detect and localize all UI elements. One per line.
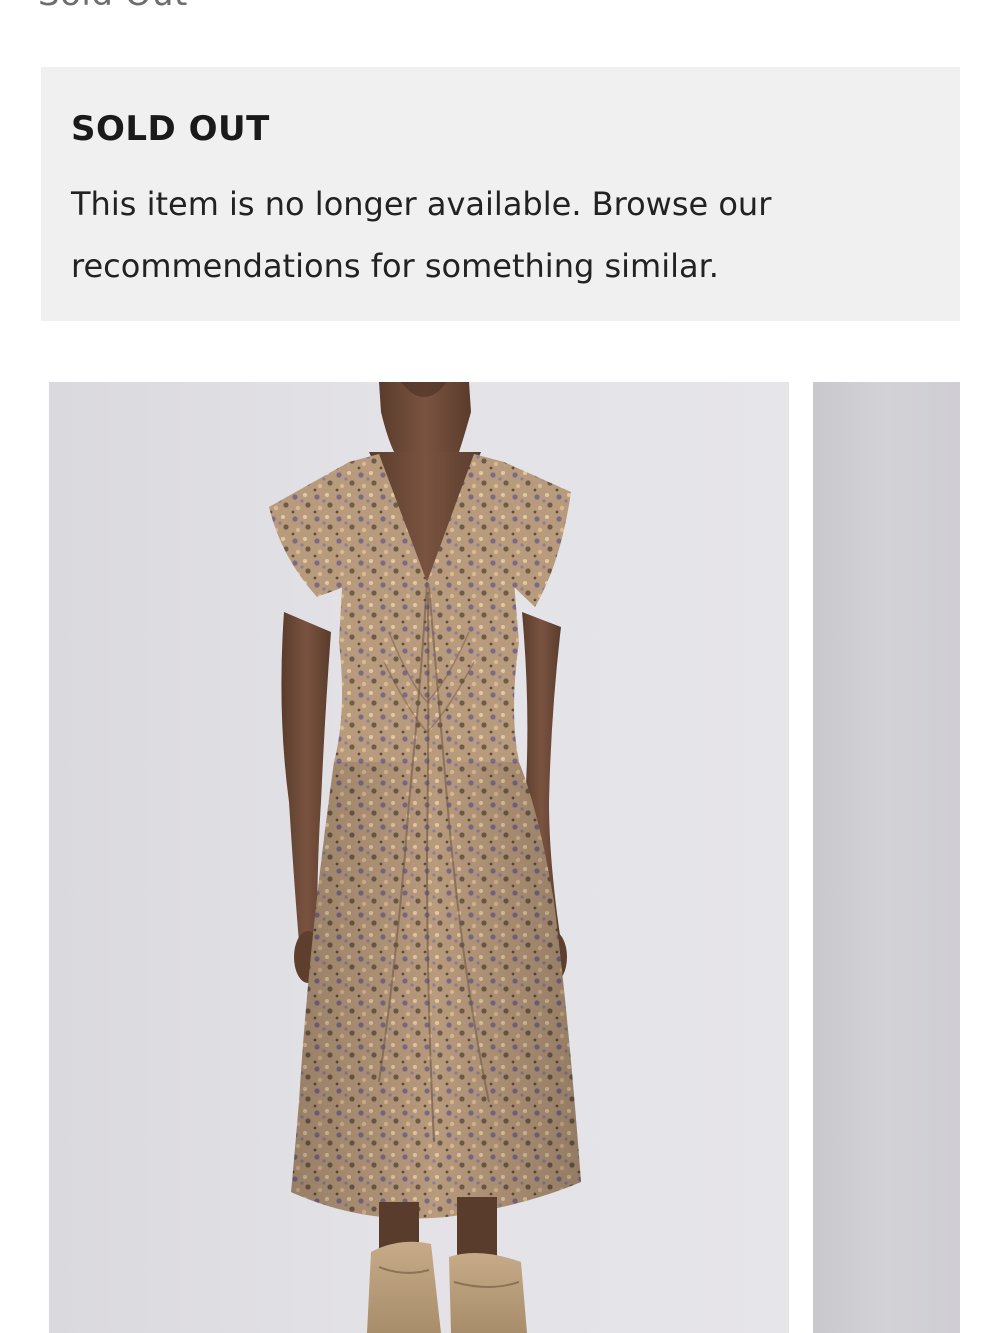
dress-photo xyxy=(269,382,581,1333)
carousel-gap xyxy=(789,382,813,1333)
product-image-next[interactable] xyxy=(813,382,960,1333)
sold-out-notice: SOLD OUT This item is no longer availabl… xyxy=(41,67,960,321)
product-image-main[interactable] xyxy=(49,382,789,1333)
notice-message: This item is no longer available. Browse… xyxy=(71,185,772,285)
product-image-carousel[interactable] xyxy=(49,382,960,1333)
sold-out-status-text: Sold Out xyxy=(38,0,188,14)
notice-title: SOLD OUT xyxy=(71,109,270,149)
